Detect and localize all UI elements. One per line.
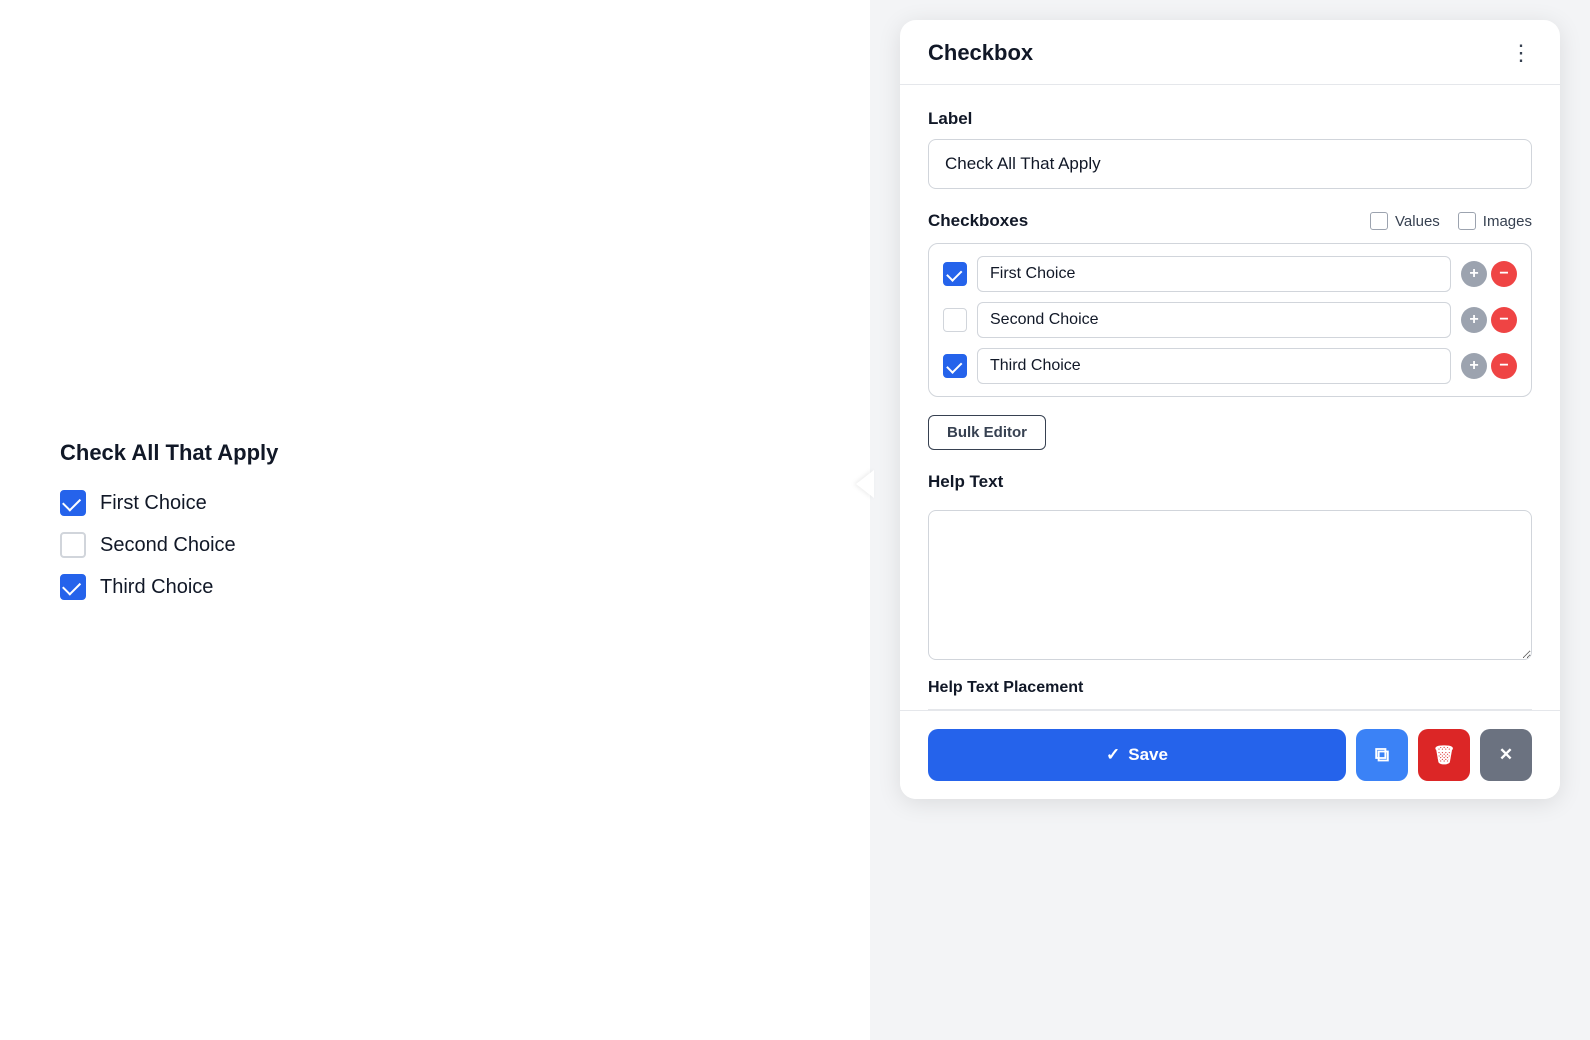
cb-add-btn-2[interactable]: +	[1461, 307, 1487, 333]
cb-actions-2: + −	[1461, 307, 1517, 333]
close-button[interactable]: ✕	[1480, 729, 1532, 781]
images-toggle[interactable]: Images	[1458, 212, 1532, 230]
checkbox-row-2: + −	[943, 302, 1517, 338]
copy-button[interactable]: ⧉	[1356, 729, 1408, 781]
preview-checkbox-3[interactable]	[60, 574, 86, 600]
cb-remove-btn-2[interactable]: −	[1491, 307, 1517, 333]
checkboxes-section-header: Checkboxes Values Images	[928, 211, 1532, 231]
cb-remove-btn-1[interactable]: −	[1491, 261, 1517, 287]
cb-add-btn-3[interactable]: +	[1461, 353, 1487, 379]
panel-card: Checkbox ⋮ Label Checkboxes Values Image…	[900, 20, 1560, 799]
save-button[interactable]: ✓ Save	[928, 729, 1346, 781]
values-toggle[interactable]: Values	[1370, 212, 1440, 230]
values-checkbox[interactable]	[1370, 212, 1388, 230]
cb-input-2[interactable]	[977, 302, 1451, 338]
cb-remove-btn-3[interactable]: −	[1491, 353, 1517, 379]
panel-header: Checkbox ⋮	[900, 20, 1560, 85]
cb-box-1[interactable]	[943, 262, 967, 286]
delete-button[interactable]: 🗑	[1418, 729, 1470, 781]
help-text-title: Help Text	[928, 472, 1532, 492]
label-input[interactable]	[928, 139, 1532, 189]
values-label: Values	[1395, 213, 1440, 230]
cb-actions-3: + −	[1461, 353, 1517, 379]
preview-checkbox-1[interactable]	[60, 490, 86, 516]
bulk-editor-button[interactable]: Bulk Editor	[928, 415, 1046, 450]
preview-label-3: Third Choice	[100, 576, 213, 599]
checkbox-row-1: + −	[943, 256, 1517, 292]
preview-item-3: Third Choice	[60, 574, 278, 600]
preview-item-1: First Choice	[60, 490, 278, 516]
preview-area: Check All That Apply First Choice Second…	[0, 0, 870, 1040]
checkboxes-list: + − + −	[928, 243, 1532, 397]
cb-box-3[interactable]	[943, 354, 967, 378]
preview-checkbox-2[interactable]	[60, 532, 86, 558]
cb-box-2[interactable]	[943, 308, 967, 332]
preview-label-1: First Choice	[100, 492, 207, 515]
images-label: Images	[1483, 213, 1532, 230]
help-text-section: Help Text	[928, 472, 1532, 665]
checkbox-toggle-group: Values Images	[1370, 212, 1532, 230]
panel-title: Checkbox	[928, 40, 1033, 66]
copy-icon: ⧉	[1375, 744, 1389, 767]
cb-actions-1: + −	[1461, 261, 1517, 287]
help-text-textarea[interactable]	[928, 510, 1532, 660]
checkbox-row-3: + −	[943, 348, 1517, 384]
save-check-icon: ✓	[1106, 745, 1120, 765]
preview-title: Check All That Apply	[60, 440, 278, 466]
right-panel: Checkbox ⋮ Label Checkboxes Values Image…	[870, 0, 1590, 1040]
connector-arrow	[856, 470, 874, 498]
images-checkbox[interactable]	[1458, 212, 1476, 230]
preview-content: Check All That Apply First Choice Second…	[60, 440, 278, 600]
more-options-icon[interactable]: ⋮	[1510, 42, 1532, 64]
panel-footer: ✓ Save ⧉ 🗑 ✕	[900, 710, 1560, 799]
cb-input-3[interactable]	[977, 348, 1451, 384]
preview-label-2: Second Choice	[100, 534, 236, 557]
cb-add-btn-1[interactable]: +	[1461, 261, 1487, 287]
trash-icon: 🗑	[1433, 745, 1456, 766]
help-text-placement-label: Help Text Placement	[928, 679, 1532, 710]
checkboxes-section-title: Checkboxes	[928, 211, 1370, 231]
close-icon: ✕	[1499, 745, 1513, 765]
save-label: Save	[1128, 745, 1168, 765]
preview-item-2: Second Choice	[60, 532, 278, 558]
label-section-title: Label	[928, 109, 1532, 129]
panel-body: Label Checkboxes Values Images	[900, 85, 1560, 710]
cb-input-1[interactable]	[977, 256, 1451, 292]
